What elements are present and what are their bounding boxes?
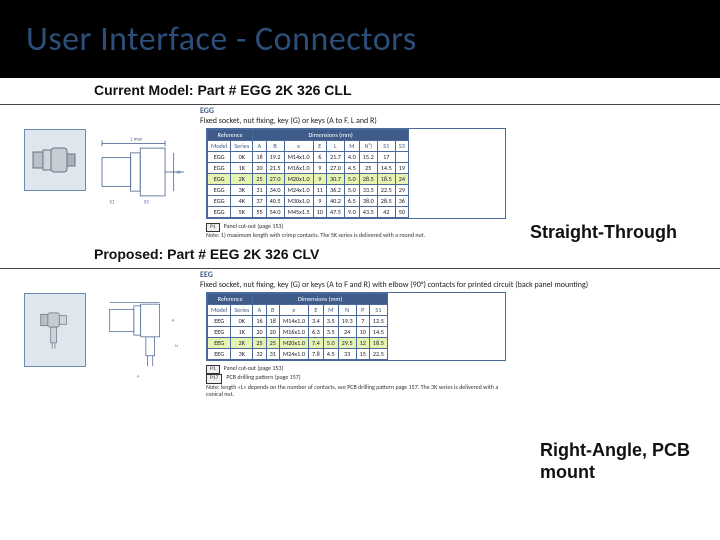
type-rightangle-label: Right-Angle, PCB mount [540,440,720,483]
svg-text:P: P [137,375,140,380]
svg-text:L max: L max [131,137,143,143]
table-row: EGG1K2021.5M16x1.0927.04.52514.519 [208,163,409,174]
proposed-spec-block: EEG Fixed socket, nut fixing, key (G) or… [90,271,588,399]
table-row: EEG0K1618M14x1.03.43.519.3712.5 [208,316,388,327]
current-model-label: Current Model: Part # EGG 2K 326 CLL [0,78,720,100]
svg-text:A: A [172,319,175,324]
table-row: EGG0K1819.2M14x1.0621.74.015.217 [208,152,409,163]
current-spec-table: ReferenceDimensions (mm)ModelSeriesABeEL… [206,128,506,219]
table-row: EGG2K2527.0M20x1.0930.75.028.518.524 [208,174,409,185]
table-row: EEG1K2020M16x1.06.33.5241014.5 [208,327,388,338]
current-drawing: L max M S3 S1 [90,128,200,216]
connector-straight-icon [31,140,79,180]
type-straight-label: Straight-Through [530,222,677,243]
proposed-connector-photo [24,293,86,367]
engineering-drawing-elbow-icon: A N P [91,299,199,385]
svg-text:M: M [177,170,181,176]
proposed-footnote: P1Panel cut-out (page 153) P17PCB drilli… [206,365,506,399]
table-row: EEG2K2525M20x1.07.45.029.51218.5 [208,338,388,349]
page-title: User Interface - Connectors [26,19,417,60]
current-panel: EGG Fixed socket, nut fixing, key (G) or… [0,107,720,240]
title-bar: User Interface - Connectors [0,0,720,78]
spec-caption: Fixed socket, nut fixing, key (G) or key… [200,117,506,127]
table-row: EGG3K3134.0M24x1.01136.25.033.522.529 [208,185,409,196]
divider [0,104,720,105]
spec-title: EEG [200,270,213,280]
current-connector-photo [24,129,86,191]
current-spec-block: EGG Fixed socket, nut fixing, key (G) or… [90,107,506,240]
svg-text:S3: S3 [144,200,149,206]
proposed-drawing: A N P [90,292,200,392]
spec-caption: Fixed socket, nut fixing, key (G) or key… [200,281,588,291]
engineering-drawing-icon: L max M S3 S1 [91,129,199,215]
table-row: EEG3K3231M24x1.07.84.5331522.5 [208,349,388,360]
connector-elbow-icon [31,310,79,350]
proposed-label: Proposed: Part # EEG 2K 326 CLV [0,240,720,264]
proposed-panel: EEG Fixed socket, nut fixing, key (G) or… [0,271,720,399]
proposed-spec-table: ReferenceDimensions (mm)ModelSeriesABeEM… [206,292,506,361]
svg-text:S1: S1 [110,200,115,206]
spec-title: EGG [200,106,214,116]
divider [0,268,720,269]
current-footnote: P1Panel cut-out (page 153) Note: 1) maxi… [206,223,506,240]
table-row: EGG5K5554.0M45x1.51047.59.043.54250 [208,207,409,218]
table-row: EGG4K3740.5M30x1.0940.26.538.028.536 [208,196,409,207]
svg-text:N: N [175,344,178,349]
